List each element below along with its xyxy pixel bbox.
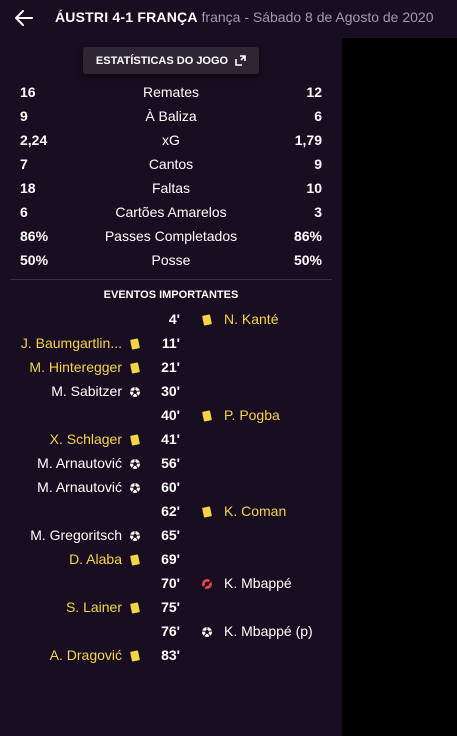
stat-label: Passes Completados [104,228,238,244]
back-arrow-icon[interactable] [12,6,36,30]
stat-away-value: 86% [293,228,322,244]
stat-label: Faltas [151,180,191,196]
yellow-card-icon [129,553,141,567]
event-row: S. Lainer 75' [0,599,342,623]
divider [10,279,332,280]
stat-away-value: 6 [314,108,322,124]
event-minute: 41' [161,431,180,447]
stat-row: 16 Remates 12 [20,84,322,108]
event-row: D. Alaba 69' [0,551,342,575]
events-title: EVENTOS IMPORTANTES [103,289,239,301]
yellow-card-icon [201,313,213,327]
event-player-away[interactable]: K. Mbappé [224,575,292,591]
event-row: M. Hinteregger 21' [0,359,342,383]
event-minute: 83' [161,647,180,663]
header: ÁUSTRI 4-1 FRANÇA frança - Sábado 8 de A… [0,0,457,38]
yellow-card-icon [129,649,141,663]
match-subtitle: frança - Sábado 8 de Agosto de 2020 [201,9,434,25]
goal-icon [129,529,141,543]
event-row: K. Coman 62' [0,503,342,527]
event-minute: 56' [161,455,180,471]
match-stats-label: ESTATÍSTICAS DO JOGO [95,54,229,67]
stat-label: Cantos [148,156,194,172]
yellow-card-icon [201,505,213,519]
goal-icon [201,625,213,639]
goal-icon [129,385,141,399]
stat-label: Posse [151,252,191,268]
event-player-home[interactable]: J. Baumgartlin... [21,335,122,351]
event-row: X. Schlager 41' [0,431,342,455]
event-row: P. Pogba 40' [0,407,342,431]
stat-label: xG [162,132,180,148]
event-player-away[interactable]: K. Mbappé (p) [224,623,313,639]
event-player-home[interactable]: S. Lainer [66,599,122,615]
stat-row: 9À Baliza 6 [20,108,322,132]
stat-label: Remates [142,84,200,100]
event-minute: 4' [168,311,180,327]
stat-label: À Baliza [145,108,197,124]
event-player-home[interactable]: M. Hinteregger [29,359,122,375]
stat-away-value: 1,79 [294,132,322,148]
event-row: M. Arnautović 56' [0,455,342,479]
match-stats-button[interactable]: ESTATÍSTICAS DO JOGO [83,47,259,74]
event-minute: 69' [161,551,180,567]
event-player-away[interactable]: P. Pogba [224,407,280,423]
event-player-home[interactable]: M. Sabitzer [51,383,122,399]
stat-away-value: 3 [314,204,322,220]
event-row: J. Baumgartlin... 11' [0,335,342,359]
event-minute: 70' [161,575,180,591]
stat-row: 50% Posse 50% [20,252,322,276]
event-minute: 30' [161,383,180,399]
event-row: N. Kanté 4' [0,311,342,335]
event-row: A. Dragović 83' [0,647,342,671]
stat-row: 7 Cantos 9 [20,156,322,180]
event-minute: 75' [161,599,180,615]
event-player-home[interactable]: M. Arnautović [37,479,122,495]
stat-away-value: 12 [306,84,322,100]
event-row: K. Mbappé 70' [0,575,342,599]
event-player-home[interactable]: M. Arnautović [37,455,122,471]
expand-icon [235,55,246,66]
event-minute: 60' [161,479,180,495]
goal-icon [129,457,141,471]
yellow-card-icon [201,409,213,423]
stat-label: Cartões Amarelos [115,204,227,220]
empty-area [342,38,457,736]
goal-icon [129,481,141,495]
yellow-card-icon [129,361,141,375]
event-minute: 62' [161,503,180,519]
event-minute: 65' [161,527,180,543]
stat-row: 18 Faltas 10 [20,180,322,204]
match-teams: ÁUSTRI 4-1 FRANÇA [55,9,198,25]
event-row: M. Arnautović 60' [0,479,342,503]
event-minute: 21' [161,359,180,375]
match-title: ÁUSTRI 4-1 FRANÇA frança - Sábado 8 de A… [55,9,434,25]
stat-away-value: 9 [314,156,322,172]
event-minute: 76' [161,623,180,639]
event-player-away[interactable]: N. Kanté [224,311,278,327]
yellow-card-icon [129,337,141,351]
event-player-home[interactable]: D. Alaba [69,551,122,567]
stat-away-value: 50% [293,252,322,268]
stat-row: 86% Passes Completados 86% [20,228,322,252]
stat-away-value: 10 [306,180,322,196]
event-minute: 11' [161,335,180,351]
event-player-home[interactable]: M. Gregoritsch [30,527,122,543]
event-row: M. Gregoritsch 65' [0,527,342,551]
event-player-away[interactable]: K. Coman [224,503,286,519]
yellow-card-icon [129,433,141,447]
event-minute: 40' [161,407,180,423]
event-player-home[interactable]: A. Dragović [50,647,122,663]
stat-row: 2,24 xG 1,79 [20,132,322,156]
event-row: K. Mbappé (p) 76' [0,623,342,647]
stat-row: 6 Cartões Amarelos 3 [20,204,322,228]
yellow-card-icon [129,601,141,615]
event-player-home[interactable]: X. Schlager [50,431,122,447]
event-row: M. Sabitzer 30' [0,383,342,407]
missed-penalty-icon [201,577,213,591]
